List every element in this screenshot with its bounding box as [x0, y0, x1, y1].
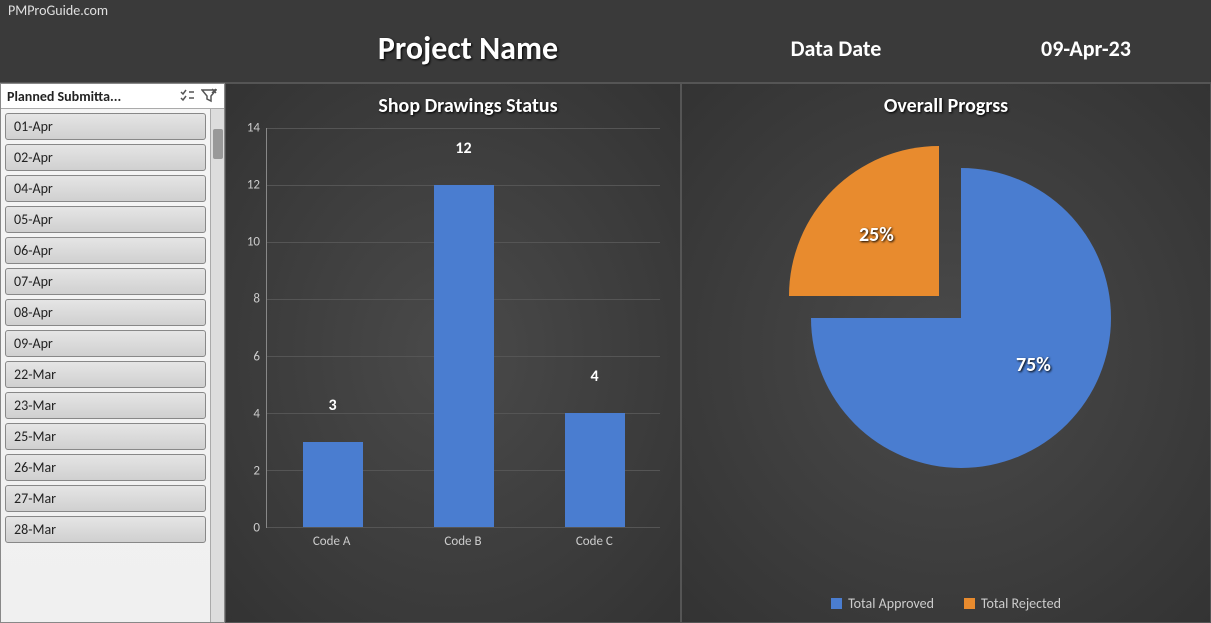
pie-label-rejected: 25% [859, 223, 894, 247]
legend-label: Total Approved [848, 595, 934, 612]
bar-y-tick: 12 [247, 178, 260, 193]
bar-plot-area: 3 12 4 [266, 128, 660, 528]
bar-y-tick: 14 [247, 121, 260, 136]
bar [303, 442, 363, 528]
legend-label: Total Rejected [981, 595, 1061, 612]
pie-slice-approved [811, 168, 1111, 468]
scrollbar-thumb[interactable] [213, 129, 223, 159]
bar-value-label: 3 [328, 396, 336, 419]
bar-chart: 02468101214 3124 Code ACode BCode C [266, 128, 670, 558]
slicer-list: 01-Apr 02-Apr 04-Apr 05-Apr 06-Apr 07-Ap… [1, 109, 210, 622]
bar-y-tick: 8 [253, 292, 260, 307]
slicer-item[interactable]: 27-Mar [5, 485, 206, 512]
bar-group: 12 [414, 128, 514, 527]
bar-chart-title: Shop Drawings Status [266, 94, 670, 118]
bar-x-label: Code C [544, 528, 644, 558]
bar-value-label: 12 [455, 139, 471, 162]
bar-group: 3 [283, 128, 383, 527]
slicer-header: Planned Submitta... [1, 84, 224, 109]
bar [565, 413, 625, 527]
pie-chart-title: Overall Progrss [692, 94, 1200, 118]
pie-chart: 25% 75% [781, 138, 1111, 508]
pie-chart-panel: Overall Progrss 25% 75% Total Approved T… [681, 83, 1211, 623]
bar-x-label: Code A [282, 528, 382, 558]
slicer-item[interactable]: 06-Apr [5, 237, 206, 264]
site-brand: PMProGuide.com [0, 0, 1211, 21]
slicer-item[interactable]: 28-Mar [5, 516, 206, 543]
legend-swatch [964, 598, 975, 609]
slicer-item[interactable]: 22-Mar [5, 361, 206, 388]
slicer-scrollbar[interactable] [210, 109, 224, 622]
bar-value-label: 4 [590, 367, 598, 390]
bar-y-tick: 0 [253, 521, 260, 536]
slicer-item[interactable]: 26-Mar [5, 454, 206, 481]
legend-item-approved: Total Approved [831, 595, 934, 612]
header: Project Name Data Date 09-Apr-23 [0, 21, 1211, 83]
slicer-item[interactable]: 23-Mar [5, 392, 206, 419]
slicer-item[interactable]: 05-Apr [5, 206, 206, 233]
bar-group: 4 [545, 128, 645, 527]
bar-y-tick: 6 [253, 349, 260, 364]
slicer-item[interactable]: 08-Apr [5, 299, 206, 326]
bar-y-tick: 2 [253, 463, 260, 478]
multi-select-icon[interactable] [178, 87, 196, 105]
pie-label-approved: 75% [1016, 353, 1051, 377]
slicer-title: Planned Submitta... [7, 88, 174, 105]
bar-chart-panel: Shop Drawings Status 0 2 4 6 8 10 12 14 3 12 4 Co… [225, 83, 681, 623]
slicer-item[interactable]: 09-Apr [5, 330, 206, 357]
bar-y-tick: 4 [253, 406, 260, 421]
slicer-item[interactable]: 25-Mar [5, 423, 206, 450]
clear-filter-icon[interactable] [200, 87, 218, 105]
bar [434, 185, 494, 527]
legend-item-rejected: Total Rejected [964, 595, 1061, 612]
slicer-item[interactable]: 01-Apr [5, 113, 206, 140]
pie-legend: Total Approved Total Rejected [682, 595, 1210, 612]
legend-swatch [831, 598, 842, 609]
project-name: Project Name [225, 29, 711, 68]
data-date-value: 09-Apr-23 [961, 35, 1211, 62]
bar-y-axis: 02468101214 [236, 128, 266, 528]
slicer-item[interactable]: 04-Apr [5, 175, 206, 202]
bar-y-tick: 10 [247, 235, 260, 250]
date-slicer: Planned Submitta... 01-Apr 02-Apr 04-Apr… [0, 83, 225, 623]
data-date-label: Data Date [711, 35, 961, 62]
bar-x-axis: Code A Code B Code C [266, 528, 660, 558]
bar-x-label: Code B [413, 528, 513, 558]
slicer-item[interactable]: 02-Apr [5, 144, 206, 171]
slicer-item[interactable]: 07-Apr [5, 268, 206, 295]
